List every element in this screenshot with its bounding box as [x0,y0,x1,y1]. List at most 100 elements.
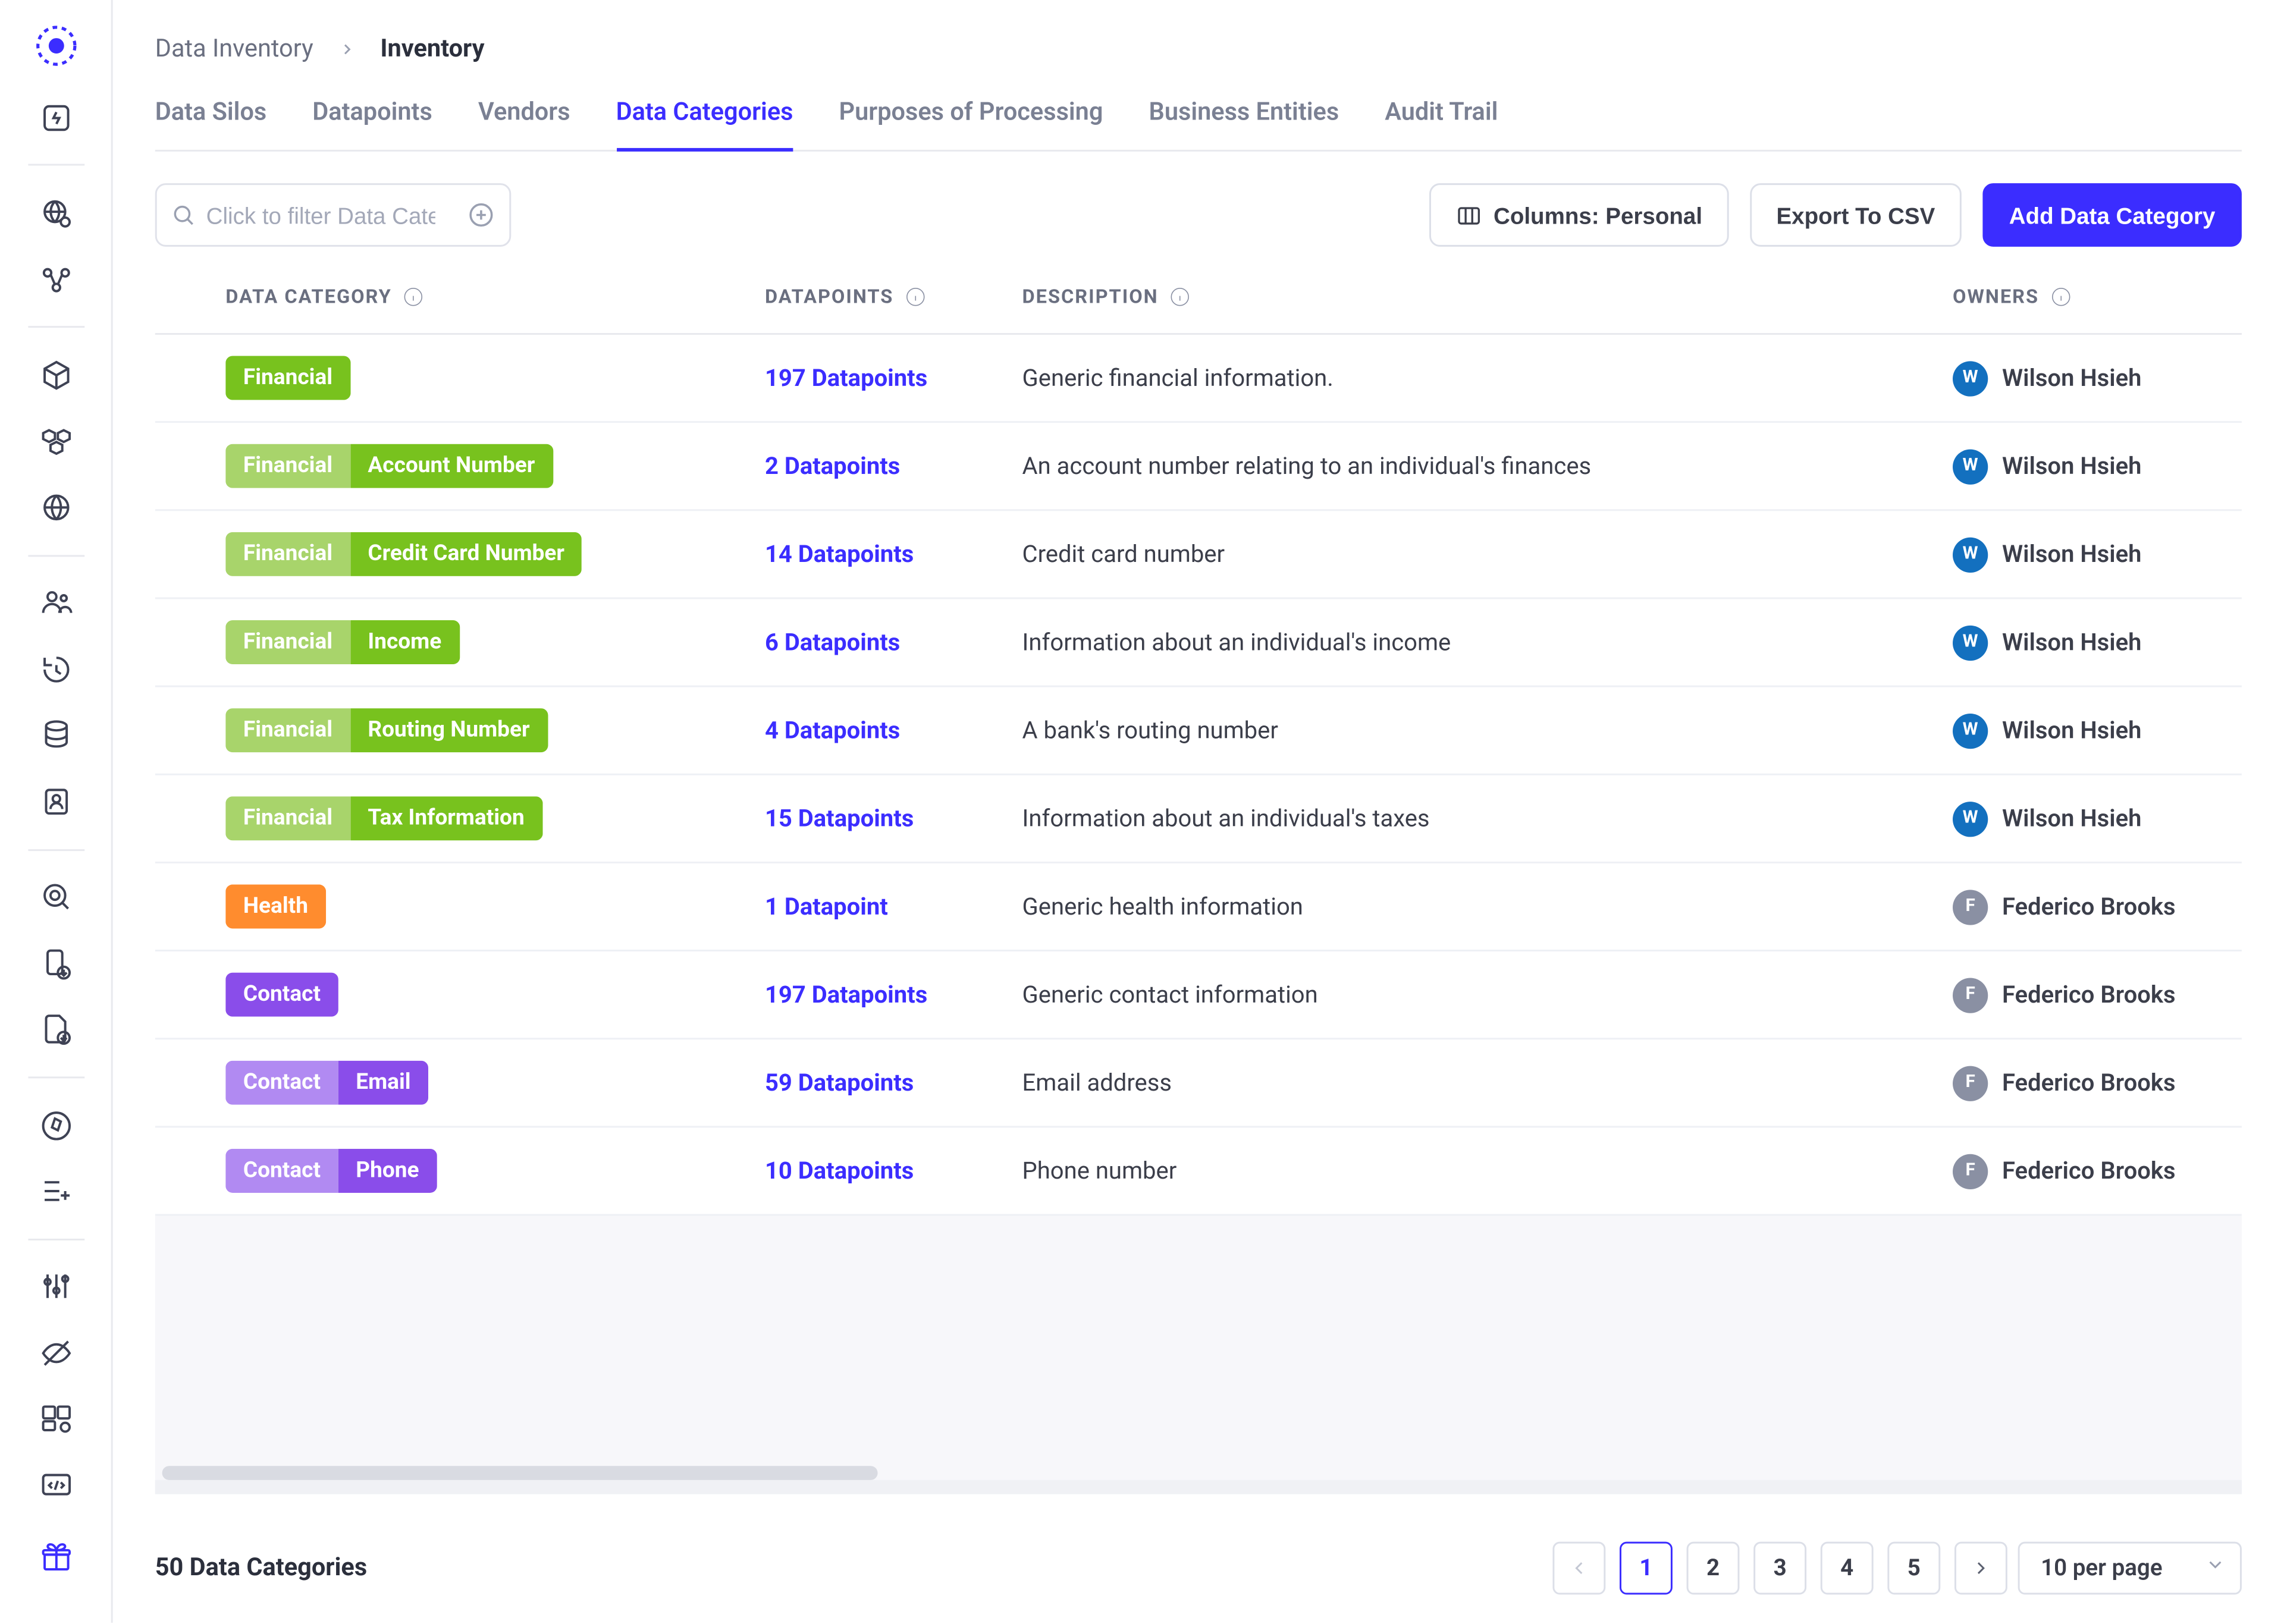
datapoints-link[interactable]: 6 Datapoints [765,628,900,656]
category-tag[interactable]: FinancialTax Information [225,796,542,840]
filter-input[interactable] [206,202,435,228]
owner-cell[interactable]: WWilson Hsieh [1953,713,2142,748]
category-tag[interactable]: Health [225,884,325,928]
pager-page-3[interactable]: 3 [1753,1542,1806,1595]
datapoints-link[interactable]: 2 Datapoints [765,452,900,480]
datapoints-link[interactable]: 15 Datapoints [765,805,914,833]
owner-cell[interactable]: WWilson Hsieh [1953,536,2142,571]
sidebar-item-action[interactable] [24,88,87,147]
pagination: 12345 [1552,1542,2007,1595]
datapoints-link[interactable]: 1 Datapoint [765,893,888,921]
owner-cell[interactable]: FFederico Brooks [1953,889,2176,924]
tab-data-silos[interactable]: Data Silos [155,81,267,150]
col-header-category[interactable]: Data Category [225,285,765,309]
sidebar-item-nodes[interactable] [24,250,87,309]
pager-page-1[interactable]: 1 [1620,1542,1673,1595]
horizontal-scrollbar[interactable] [162,1466,878,1480]
sidebar-item-users[interactable] [24,574,87,633]
breadcrumb: Data Inventory Inventory [155,0,2242,81]
sidebar-item-eye-off[interactable] [24,1324,87,1383]
owner-cell[interactable]: WWilson Hsieh [1953,624,2142,659]
category-tag[interactable]: Financial [225,356,350,400]
datapoints-link[interactable]: 197 Datapoints [765,981,927,1009]
col-header-description[interactable]: Description [1022,285,1953,309]
description-cell: Credit card number [1022,540,1953,568]
tab-purposes-of-processing[interactable]: Purposes of Processing [839,81,1103,150]
sidebar-item-globe-gear[interactable] [24,184,87,243]
sidebar-item-list-add[interactable] [24,1161,87,1220]
col-header-category-label: Data Category [225,285,391,309]
tab-data-categories[interactable]: Data Categories [616,81,793,152]
pager-page-2[interactable]: 2 [1687,1542,1740,1595]
sidebar-item-cubes[interactable] [24,412,87,471]
tag-parent: Financial [225,444,350,488]
datapoints-link[interactable]: 14 Datapoints [765,540,914,568]
add-filter-icon[interactable] [467,201,495,229]
sidebar-item-device-down[interactable] [24,934,87,992]
sidebar-item-doc-down[interactable] [24,1000,87,1058]
category-tag[interactable]: ContactEmail [225,1061,428,1105]
category-tag[interactable]: FinancialRouting Number [225,708,547,752]
owner-name: Federico Brooks [2002,893,2176,921]
category-tag[interactable]: FinancialCredit Card Number [225,532,582,576]
owner-cell[interactable]: W Wilson Hsieh [1953,801,2142,836]
pager-page-5[interactable]: 5 [1887,1542,1940,1595]
sidebar-item-compass[interactable] [24,1095,87,1154]
owner-cell[interactable]: FFederico Brooks [1953,1153,2176,1188]
table-row: FinancialCredit Card Number 14 Datapoints… [155,511,2242,599]
category-tag[interactable]: Contact [225,973,338,1017]
pager-page-4[interactable]: 4 [1821,1542,1874,1595]
info-icon[interactable] [1169,285,1192,309]
category-tag[interactable]: FinancialIncome [225,620,459,664]
datapoints-link[interactable]: 4 Datapoints [765,716,900,744]
sidebar-item-layout[interactable] [24,1390,87,1449]
sidebar-item-history[interactable] [24,640,87,699]
result-count: 50 Data Categories [155,1554,367,1582]
table-empty-pad [155,1215,2242,1494]
tab-audit-trail[interactable]: Audit Trail [1385,81,1498,150]
tab-vendors[interactable]: Vendors [478,81,570,150]
sidebar-item-search-config[interactable] [24,868,87,926]
avatar: F [1953,977,1988,1012]
pager-next[interactable] [1954,1542,2007,1595]
sidebar-item-globe[interactable] [24,478,87,537]
search-icon [171,203,195,227]
info-icon[interactable] [904,285,927,309]
owner-name: Wilson Hsieh [2002,716,2142,744]
category-tag[interactable]: ContactPhone [225,1149,437,1193]
category-tag[interactable]: FinancialAccount Number [225,444,553,488]
add-data-category-button[interactable]: Add Data Category [1982,183,2242,247]
export-csv-button[interactable]: Export To CSV [1750,183,1962,247]
datapoints-link[interactable]: 197 Datapoints [765,364,927,392]
columns-button[interactable]: Columns: Personal [1430,183,1728,247]
breadcrumb-root[interactable]: Data Inventory [155,35,313,63]
col-header-datapoints[interactable]: Datapoints [765,285,1022,309]
sidebar-item-sliders[interactable] [24,1258,87,1317]
per-page-select[interactable]: 10 per page [2018,1542,2242,1595]
info-icon[interactable] [2050,285,2073,309]
sidebar-sep [27,849,84,850]
owner-name: Wilson Hsieh [2002,805,2142,833]
sidebar-item-database[interactable] [24,706,87,765]
sidebar-item-gift[interactable] [24,1528,87,1587]
owner-cell[interactable]: FFederico Brooks [1953,977,2176,1012]
tabs: Data Silos Datapoints Vendors Data Categori… [155,81,2242,152]
sidebar-item-code[interactable] [24,1456,87,1515]
sidebar-item-cube[interactable] [24,346,87,405]
description-cell: An account number relating to an individ… [1022,452,1953,480]
owner-cell[interactable]: WWilson Hsieh [1953,360,2142,395]
tab-datapoints[interactable]: Datapoints [312,81,432,150]
info-icon[interactable] [403,285,426,309]
datapoints-link[interactable]: 10 Datapoints [765,1157,914,1185]
datapoints-link[interactable]: 59 Datapoints [765,1069,914,1097]
chevron-down-icon [2205,1554,2226,1582]
description-cell: A bank's routing number [1022,716,1953,744]
tab-business-entities[interactable]: Business Entities [1149,81,1339,150]
avatar: W [1953,801,1988,836]
col-header-owners[interactable]: Owners [1953,285,2242,309]
owner-cell[interactable]: FFederico Brooks [1953,1065,2176,1100]
owner-cell[interactable]: WWilson Hsieh [1953,448,2142,483]
sidebar-sep [27,165,84,167]
sidebar-item-badge[interactable] [24,772,87,831]
filter-input-wrap[interactable] [155,183,512,247]
